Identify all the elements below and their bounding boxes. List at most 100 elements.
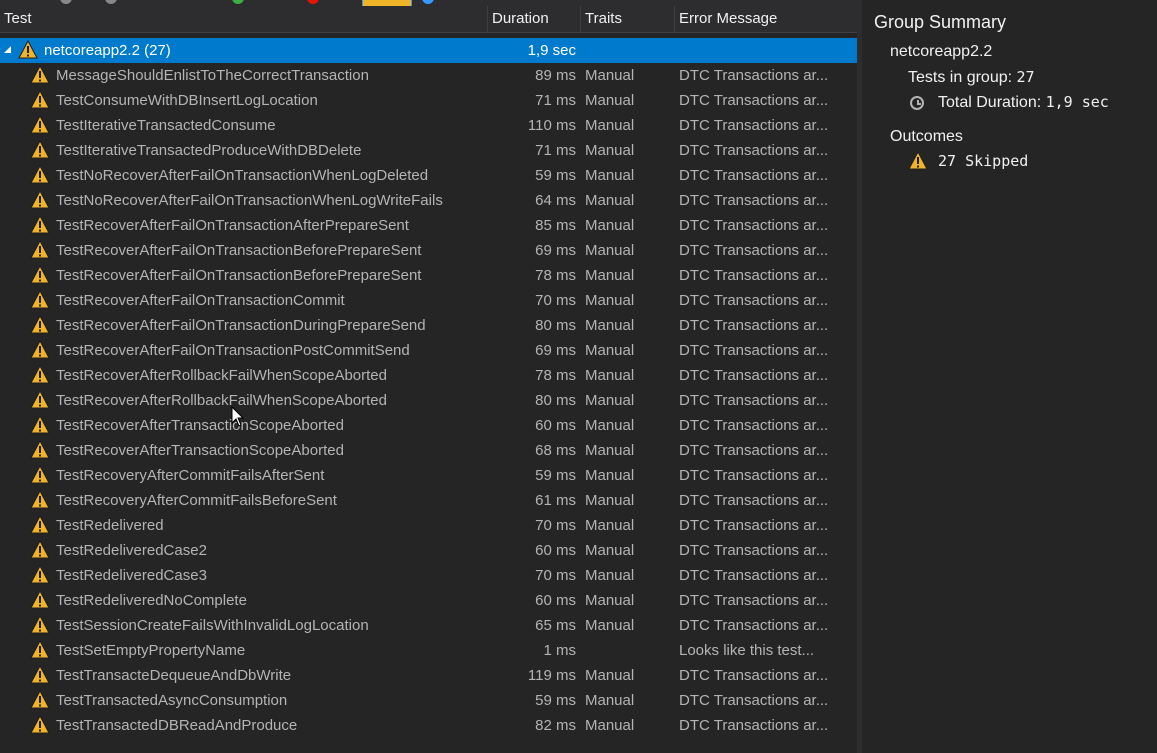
toolbar-button-icon[interactable] [60,0,72,4]
warning-icon [30,290,50,309]
passed-filter-icon[interactable] [232,0,244,4]
test-duration: 70 ms [535,292,576,309]
test-error-message: DTC Transactions ar... [679,717,829,734]
table-row[interactable]: TestTransactedDBReadAndProduce 82 ms Manua… [0,713,857,738]
column-header-duration[interactable]: Duration [488,6,581,32]
table-row[interactable]: TestConsumeWithDBInsertLogLocation 71 ms M… [0,88,857,113]
test-traits: Manual [585,217,635,234]
warning-icon [30,465,50,484]
table-row[interactable]: TestRecoverAfterFailOnTransactionBeforeP… [0,238,857,263]
test-duration: 78 ms [535,267,576,284]
table-row[interactable]: TestRedelivered 70 ms Manual DTC Transactio… [0,513,857,538]
test-traits: Manual [585,567,635,584]
warning-icon [30,540,50,559]
warning-icon [30,190,50,209]
test-duration: 69 ms [535,342,576,359]
test-name: TestIterativeTransactedConsume [56,117,276,134]
table-row[interactable]: TestIterativeTransactedProduceWithDBDele… [0,138,857,163]
test-error-message: DTC Transactions ar... [679,467,829,484]
column-header-error-message[interactable]: Error Message [675,6,857,32]
table-row[interactable]: TestTransacteDequeueAndDbWrite 119 ms Manu… [0,663,857,688]
table-row[interactable]: TestRedeliveredCase3 70 ms Manual DTC Trans… [0,563,857,588]
group-name: netcoreapp2.2 (27) [44,42,171,59]
test-duration: 71 ms [535,142,576,159]
test-duration: 59 ms [535,692,576,709]
test-traits: Manual [585,417,635,434]
warning-icon [30,440,50,459]
table-row[interactable]: TestNoRecoverAfterFailOnTransactionWhenL… [0,188,857,213]
test-error-message: DTC Transactions ar... [679,667,829,684]
test-traits: Manual [585,467,635,484]
test-error-message: DTC Transactions ar... [679,492,829,509]
test-error-message: DTC Transactions ar... [679,542,829,559]
expand-arrow-icon[interactable] [4,46,11,53]
table-row[interactable]: TestRecoverAfterTransactionScopeAborted 6… [0,438,857,463]
table-row[interactable]: TestRecoveryAfterCommitFailsBeforeSent 61… [0,488,857,513]
table-row[interactable]: TestNoRecoverAfterFailOnTransactionWhenL… [0,163,857,188]
test-error-message: DTC Transactions ar... [679,617,829,634]
column-header-test[interactable]: Test [0,6,488,32]
warning-icon [30,65,50,84]
failed-filter-icon[interactable] [307,0,319,4]
toolbar-button-icon[interactable] [422,0,434,4]
table-row[interactable]: TestSessionCreateFailsWithInvalidLogLoca… [0,613,857,638]
test-name: TestRedeliveredCase3 [56,567,207,584]
test-duration: 110 ms [527,117,576,134]
warning-icon [30,90,50,109]
warning-icon [30,665,50,684]
table-row[interactable]: TestRecoverAfterFailOnTransactionCommit 7… [0,288,857,313]
test-name: TestRecoverAfterTransactionScopeAborted [56,442,344,459]
column-header-traits[interactable]: Traits [581,6,675,32]
test-name: TestRecoverAfterRollbackFailWhenScopeAbo… [56,392,387,409]
table-row[interactable]: TestRecoverAfterFailOnTransactionAfterPr… [0,213,857,238]
test-duration: 80 ms [535,392,576,409]
test-traits: Manual [585,517,635,534]
total-duration: Total Duration: 1,9 sec [938,93,1109,112]
group-row[interactable]: netcoreapp2.2 (27) 1,9 sec [0,38,857,63]
test-duration: 89 ms [535,67,576,84]
table-row[interactable]: TestRecoverAfterTransactionScopeAborted 6… [0,413,857,438]
test-name: TestIterativeTransactedProduceWithDBDele… [56,142,362,159]
test-error-message: DTC Transactions ar... [679,442,829,459]
summary-title: Group Summary [874,12,1007,32]
warning-icon [30,715,50,734]
warning-icon [30,340,50,359]
table-row[interactable]: TestSetEmptyPropertyName 1 ms Looks like t… [0,638,857,663]
test-duration: 68 ms [535,442,576,459]
test-duration: 61 ms [535,492,576,509]
table-row[interactable]: TestRecoverAfterFailOnTransactionBeforeP… [0,263,857,288]
group-duration: 1,9 sec [527,42,576,59]
test-traits: Manual [585,692,635,709]
test-traits: Manual [585,92,635,109]
test-traits: Manual [585,117,635,134]
table-row[interactable]: TestRecoverAfterRollbackFailWhenScopeAbo… [0,388,857,413]
table-row[interactable]: TestRecoverAfterRollbackFailWhenScopeAbo… [0,363,857,388]
test-traits: Manual [585,142,635,159]
test-name: TestTransactedDBReadAndProduce [56,717,298,734]
test-duration: 60 ms [535,592,576,609]
test-name: TestSessionCreateFailsWithInvalidLogLoca… [56,617,369,634]
warning-icon [30,165,50,184]
table-row[interactable]: TestTransactedAsyncConsumption 59 ms Manua… [0,688,857,713]
warning-icon [30,515,50,534]
table-row[interactable]: TestRecoverAfterFailOnTransactionPostCom… [0,338,857,363]
warning-icon [30,490,50,509]
table-row[interactable]: TestRedeliveredCase2 60 ms Manual DTC Trans… [0,538,857,563]
test-traits: Manual [585,267,635,284]
table-row[interactable]: TestIterativeTransactedConsume 110 ms Manu… [0,113,857,138]
table-row[interactable]: TestRecoveryAfterCommitFailsAfterSent 59 … [0,463,857,488]
test-traits: Manual [585,392,635,409]
table-row[interactable]: TestRedeliveredNoComplete 60 ms Manual DTC … [0,588,857,613]
warning-icon [30,140,50,159]
warning-icon [30,640,50,659]
skipped-outcome-link[interactable]: 27 Skipped [938,152,1028,170]
test-traits: Manual [585,667,635,684]
test-duration: 60 ms [535,542,576,559]
test-traits: Manual [585,492,635,509]
table-row[interactable]: TestRecoverAfterFailOnTransactionDuringP… [0,313,857,338]
test-name: TestRedeliveredNoComplete [56,592,247,609]
table-row[interactable]: MessageShouldEnlistToTheCorrectTransacti… [0,63,857,88]
warning-icon [18,40,38,59]
toolbar-button-icon[interactable] [105,0,117,4]
test-name: TestRedeliveredCase2 [56,542,207,559]
